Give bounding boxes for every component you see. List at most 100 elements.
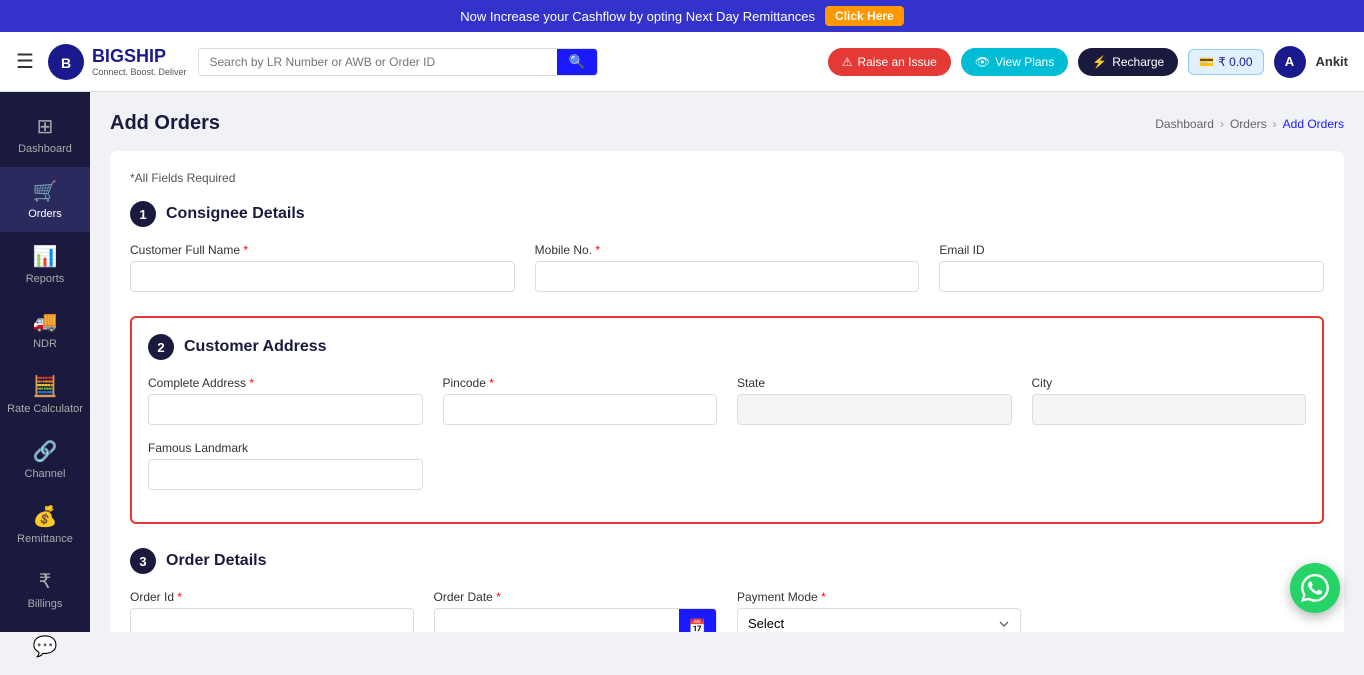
consignee-row: Customer Full Name * Mobile No. * E — [130, 243, 1324, 292]
user-name[interactable]: Ankit — [1316, 54, 1349, 69]
email-id-label: Email ID — [939, 243, 1324, 257]
wallet-icon: 💳 — [1199, 55, 1214, 69]
breadcrumb-sep-2: › — [1273, 117, 1277, 131]
sidebar-item-support[interactable]: 💬 — [0, 622, 90, 675]
wallet-balance: 💳 ₹ 0.00 — [1188, 49, 1263, 75]
complete-address-label: Complete Address * — [148, 376, 423, 390]
order-date-input[interactable]: 23-05-2024 — [435, 612, 679, 633]
customer-full-name-label: Customer Full Name * — [130, 243, 515, 257]
rate-calculator-icon: 🧮 — [33, 374, 58, 399]
consignee-section: 1 Consignee Details Customer Full Name *… — [130, 201, 1324, 292]
user-avatar[interactable]: A — [1274, 46, 1306, 78]
sidebar-item-channel[interactable]: 🔗 Channel — [0, 427, 90, 492]
consignee-section-header: 1 Consignee Details — [130, 201, 1324, 227]
banner-cta[interactable]: Click Here — [825, 6, 904, 26]
page-header: Add Orders Dashboard › Orders › Add Orde… — [110, 112, 1344, 135]
recharge-label: Recharge — [1112, 55, 1164, 69]
page-title: Add Orders — [110, 112, 220, 135]
remittance-icon: 💰 — [33, 504, 58, 529]
billings-icon: ₹ — [39, 569, 52, 594]
sidebar-item-orders[interactable]: 🛒 Orders — [0, 167, 90, 232]
wallet-amount: ₹ 0.00 — [1218, 55, 1252, 69]
breadcrumb-parent[interactable]: Orders — [1230, 117, 1267, 131]
logo-sub: Connect. Boost. Deliver — [92, 67, 187, 77]
order-date-group: Order Date * 23-05-2024 📅 — [434, 590, 718, 632]
calendar-button[interactable]: 📅 — [679, 609, 716, 632]
whatsapp-fab[interactable] — [1290, 563, 1340, 613]
sidebar-label-reports: Reports — [26, 273, 65, 285]
email-id-input[interactable] — [939, 261, 1324, 292]
payment-mode-label: Payment Mode * — [737, 590, 1021, 604]
order-id-input[interactable] — [130, 608, 414, 632]
sidebar-label-ndr: NDR — [33, 338, 57, 350]
customer-full-name-group: Customer Full Name * — [130, 243, 515, 292]
address-section: 2 Customer Address Complete Address * Pi… — [130, 316, 1324, 524]
consignee-section-title: Consignee Details — [166, 205, 305, 223]
view-plans-icon: 👁 — [975, 55, 990, 69]
orders-icon: 🛒 — [33, 179, 58, 204]
order-row-1: Order Id * Auto Generate ID Order Date *… — [130, 590, 1324, 632]
payment-mode-select[interactable]: Select Prepaid COD — [737, 608, 1021, 632]
sidebar-item-reports[interactable]: 📊 Reports — [0, 232, 90, 297]
sidebar-label-orders: Orders — [28, 208, 62, 220]
address-row-2: Famous Landmark — [148, 441, 1306, 490]
support-icon: 💬 — [33, 634, 58, 659]
sidebar-label-rate-calculator: Rate Calculator — [7, 403, 83, 415]
view-plans-button[interactable]: 👁 View Plans — [961, 48, 1068, 76]
mobile-no-label: Mobile No. * — [535, 243, 920, 257]
navbar-actions: ⚠ Raise an Issue 👁 View Plans ⚡ Recharge… — [828, 46, 1348, 78]
pincode-label: Pincode * — [443, 376, 718, 390]
recharge-button[interactable]: ⚡ Recharge — [1078, 48, 1178, 76]
sidebar-item-billings[interactable]: ₹ Billings — [0, 557, 90, 622]
pincode-input[interactable] — [443, 394, 718, 425]
email-id-group: Email ID — [939, 243, 1324, 292]
breadcrumb-current: Add Orders — [1283, 117, 1344, 131]
city-input — [1032, 394, 1307, 425]
mobile-no-group: Mobile No. * — [535, 243, 920, 292]
empty-group — [1041, 590, 1325, 632]
sidebar-item-dashboard[interactable]: ⊞ Dashboard — [0, 102, 90, 167]
state-group: State — [737, 376, 1012, 425]
ndr-icon: 🚚 — [33, 309, 58, 334]
search-input[interactable] — [199, 49, 556, 75]
svg-text:B: B — [61, 55, 71, 71]
order-section-header: 3 Order Details — [130, 548, 1324, 574]
order-id-group: Order Id * Auto Generate ID — [130, 590, 414, 632]
hamburger-icon[interactable]: ☰ — [16, 49, 34, 74]
dashboard-icon: ⊞ — [37, 114, 54, 139]
order-section: 3 Order Details Order Id * Auto Generate… — [130, 548, 1324, 632]
consignee-section-number: 1 — [130, 201, 156, 227]
city-group: City — [1032, 376, 1307, 425]
navbar: ☰ B BIGSHIP Connect. Boost. Deliver 🔍 ⚠ … — [0, 32, 1364, 92]
view-plans-label: View Plans — [995, 55, 1054, 69]
breadcrumb-home[interactable]: Dashboard — [1155, 117, 1214, 131]
address-section-header: 2 Customer Address — [148, 334, 1306, 360]
order-section-title: Order Details — [166, 552, 266, 570]
raise-issue-label: Raise an Issue — [857, 55, 936, 69]
search-bar: 🔍 — [198, 48, 598, 76]
city-label: City — [1032, 376, 1307, 390]
sidebar-label-channel: Channel — [25, 468, 66, 480]
top-banner: Now Increase your Cashflow by opting Nex… — [0, 0, 1364, 32]
sidebar-item-remittance[interactable]: 💰 Remittance — [0, 492, 90, 557]
complete-address-group: Complete Address * — [148, 376, 423, 425]
sidebar: ⊞ Dashboard 🛒 Orders 📊 Reports 🚚 NDR 🧮 R… — [0, 92, 90, 632]
raise-issue-button[interactable]: ⚠ Raise an Issue — [828, 48, 951, 76]
famous-landmark-input[interactable] — [148, 459, 423, 490]
order-date-label: Order Date * — [434, 590, 718, 604]
complete-address-input[interactable] — [148, 394, 423, 425]
search-button[interactable]: 🔍 — [557, 49, 598, 75]
address-section-number: 2 — [148, 334, 174, 360]
sidebar-item-rate-calculator[interactable]: 🧮 Rate Calculator — [0, 362, 90, 427]
sidebar-label-dashboard: Dashboard — [18, 143, 72, 155]
sidebar-item-ndr[interactable]: 🚚 NDR — [0, 297, 90, 362]
form-card: *All Fields Required 1 Consignee Details… — [110, 151, 1344, 632]
pincode-group: Pincode * — [443, 376, 718, 425]
order-section-number: 3 — [130, 548, 156, 574]
customer-full-name-input[interactable] — [130, 261, 515, 292]
required-note: *All Fields Required — [130, 171, 1324, 185]
mobile-no-input[interactable] — [535, 261, 920, 292]
banner-text: Now Increase your Cashflow by opting Nex… — [460, 9, 815, 24]
channel-icon: 🔗 — [33, 439, 58, 464]
order-id-label: Order Id * — [130, 590, 414, 604]
